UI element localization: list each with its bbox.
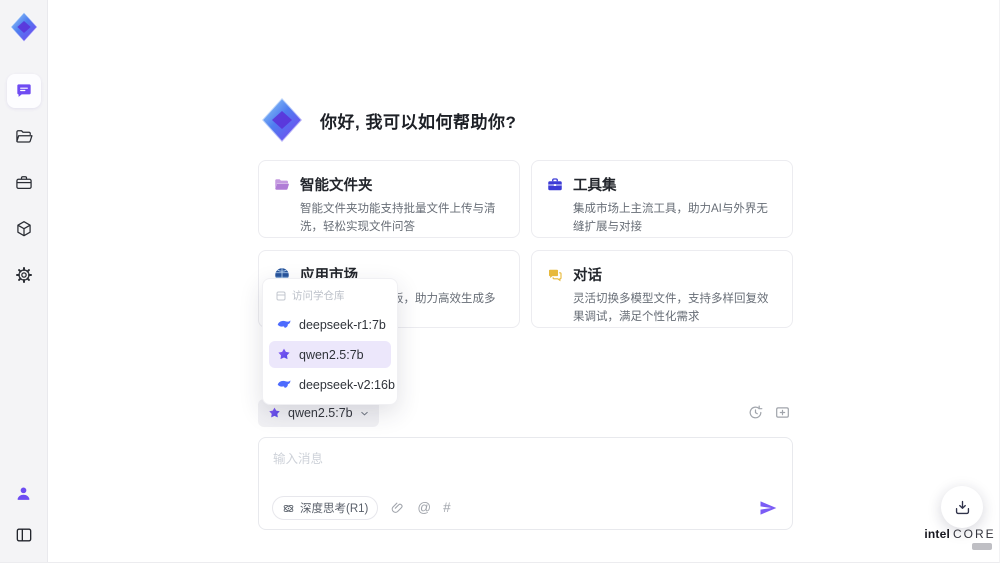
sidebar-item-account[interactable] bbox=[7, 476, 41, 510]
download-icon bbox=[953, 498, 972, 517]
assistant-logo-icon bbox=[258, 96, 306, 144]
history-icon[interactable] bbox=[747, 404, 764, 421]
chevron-down-icon bbox=[359, 408, 370, 419]
cube-icon bbox=[14, 219, 34, 239]
mention-icon[interactable]: @ bbox=[417, 501, 431, 515]
model-option-qwen[interactable]: qwen2.5:7b bbox=[269, 341, 391, 368]
card-title: 对话 bbox=[573, 268, 602, 284]
app-logo-icon[interactable] bbox=[5, 8, 43, 46]
dialogue-icon bbox=[546, 266, 564, 284]
composer-toolbar: 深度思考(R1) @ # bbox=[272, 496, 779, 520]
panel-icon bbox=[14, 525, 34, 545]
send-icon[interactable] bbox=[757, 497, 779, 519]
atom-icon bbox=[282, 502, 295, 515]
model-option-deepseek-v2[interactable]: deepseek-v2:16b bbox=[269, 371, 395, 398]
attachment-icon[interactable] bbox=[390, 501, 405, 516]
sidebar-bottom bbox=[7, 476, 41, 552]
model-selector-value: qwen2.5:7b bbox=[288, 406, 353, 420]
repository-icon bbox=[275, 290, 287, 302]
card-desc: 智能文件夹功能支持批量文件上传与清洗，轻松实现文件问答 bbox=[300, 203, 496, 233]
card-desc: 灵活切换多模型文件，支持多样回复效果调试，满足个性化需求 bbox=[573, 293, 769, 323]
chat-icon bbox=[14, 81, 34, 101]
deepseek-icon bbox=[276, 317, 292, 333]
model-dropdown: 访问学仓库 deepseek-r1:7b qwen2.5:7b deepseek… bbox=[262, 278, 398, 405]
app-window: 你好, 我可以如何帮助你? 智能文件夹 智能文件夹功能支持批量文件上传与清洗，轻… bbox=[0, 0, 1000, 563]
message-composer: 深度思考(R1) @ # bbox=[258, 437, 793, 530]
intel-core-badge: intel CORE bbox=[922, 527, 998, 550]
greeting-text: 你好, 我可以如何帮助你? bbox=[320, 112, 517, 132]
folder-icon bbox=[14, 127, 34, 147]
chat-tools bbox=[747, 404, 791, 421]
qwen-icon bbox=[276, 347, 292, 363]
sidebar-item-chat[interactable] bbox=[6, 74, 41, 108]
model-dropdown-header: 访问学仓库 bbox=[269, 285, 391, 308]
gear-icon bbox=[14, 265, 34, 285]
model-option-label: qwen2.5:7b bbox=[299, 347, 364, 362]
sidebar-item-settings[interactable] bbox=[7, 258, 41, 292]
main-content: 你好, 我可以如何帮助你? 智能文件夹 智能文件夹功能支持批量文件上传与清洗，轻… bbox=[258, 0, 793, 562]
card-smart-folder[interactable]: 智能文件夹 智能文件夹功能支持批量文件上传与清洗，轻松实现文件问答 bbox=[258, 160, 520, 238]
card-title: 工具集 bbox=[573, 178, 617, 194]
hashtag-icon[interactable]: # bbox=[443, 501, 451, 515]
user-icon bbox=[14, 484, 33, 503]
message-input[interactable] bbox=[259, 438, 792, 482]
intel-logo-text: intel bbox=[924, 527, 950, 541]
card-desc: 集成市场上主流工具，助力AI与外界无缝扩展与对接 bbox=[573, 203, 768, 233]
toolset-icon bbox=[546, 176, 564, 194]
model-option-deepseek-r1[interactable]: deepseek-r1:7b bbox=[269, 311, 391, 338]
card-dialogue[interactable]: 对话 灵活切换多模型文件，支持多样回复效果调试，满足个性化需求 bbox=[531, 250, 793, 328]
qwen-icon bbox=[267, 406, 282, 421]
deep-think-label: 深度思考(R1) bbox=[300, 503, 369, 515]
deepseek-icon bbox=[276, 377, 292, 393]
sidebar-item-toolbox[interactable] bbox=[7, 166, 41, 200]
sidebar-nav bbox=[6, 74, 41, 292]
sidebar-item-panel-toggle[interactable] bbox=[7, 518, 41, 552]
greeting-row: 你好, 我可以如何帮助你? bbox=[258, 96, 516, 144]
sidebar-item-apps[interactable] bbox=[7, 212, 41, 246]
smart-folder-icon bbox=[273, 176, 291, 194]
briefcase-icon bbox=[14, 173, 34, 193]
intel-ultra-tag bbox=[972, 543, 992, 550]
model-option-label: deepseek-r1:7b bbox=[299, 317, 386, 332]
deep-think-toggle[interactable]: 深度思考(R1) bbox=[272, 496, 379, 520]
download-button[interactable] bbox=[941, 486, 983, 528]
model-option-label: deepseek-v2:16b bbox=[299, 377, 395, 392]
card-toolset[interactable]: 工具集 集成市场上主流工具，助力AI与外界无缝扩展与对接 bbox=[531, 160, 793, 238]
sidebar bbox=[0, 0, 48, 562]
new-window-icon[interactable] bbox=[774, 404, 791, 421]
model-dropdown-header-label: 访问学仓库 bbox=[292, 290, 345, 302]
sidebar-item-folders[interactable] bbox=[7, 120, 41, 154]
core-logo-text: CORE bbox=[953, 527, 996, 541]
card-title: 智能文件夹 bbox=[300, 178, 373, 194]
